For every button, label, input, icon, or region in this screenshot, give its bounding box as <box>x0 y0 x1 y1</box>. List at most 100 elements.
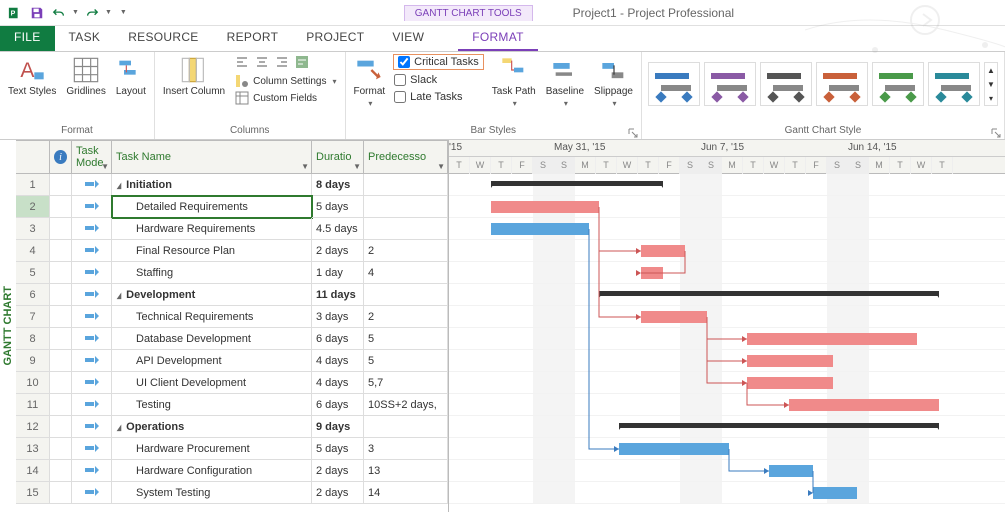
predecessor-cell[interactable] <box>364 174 448 196</box>
row-number[interactable]: 1 <box>16 174 50 196</box>
task-bar[interactable] <box>813 487 857 499</box>
predecessor-cell[interactable]: 14 <box>364 482 448 504</box>
task-name-cell[interactable]: Testing <box>112 394 312 416</box>
table-row[interactable]: 14 Hardware Configuration 2 days 13 <box>16 460 448 482</box>
align-center-button[interactable] <box>253 54 271 70</box>
row-number[interactable]: 12 <box>16 416 50 438</box>
duration-cell[interactable]: 4 days <box>312 372 364 394</box>
duration-cell[interactable]: 4 days <box>312 350 364 372</box>
gantt-style-launcher[interactable] <box>991 128 1003 138</box>
task-name-cell[interactable]: Detailed Requirements <box>112 196 312 218</box>
predecessor-cell[interactable]: 2 <box>364 306 448 328</box>
style-gallery-more[interactable]: ▲▼▾ <box>984 62 998 106</box>
qat-customize[interactable]: ▼ <box>120 9 127 16</box>
critical-tasks-checkbox[interactable]: Critical Tasks <box>393 54 484 70</box>
row-number[interactable]: 5 <box>16 262 50 284</box>
table-row[interactable]: 12 Operations 9 days <box>16 416 448 438</box>
predecessor-cell[interactable]: 13 <box>364 460 448 482</box>
duration-cell[interactable]: 1 day <box>312 262 364 284</box>
table-row[interactable]: 11 Testing 6 days 10SS+2 days, <box>16 394 448 416</box>
task-path-button[interactable]: Task Path <box>490 54 538 110</box>
column-settings-button[interactable]: Column Settings <box>233 73 338 89</box>
info-cell[interactable] <box>50 350 72 372</box>
info-cell[interactable] <box>50 306 72 328</box>
task-mode-cell[interactable] <box>72 482 112 504</box>
task-bar[interactable] <box>747 333 917 345</box>
style-thumb-5[interactable] <box>928 62 980 106</box>
tab-resource[interactable]: RESOURCE <box>114 26 212 51</box>
style-thumb-3[interactable] <box>816 62 868 106</box>
bar-format-button[interactable]: Format <box>352 54 388 110</box>
row-number[interactable]: 10 <box>16 372 50 394</box>
info-cell[interactable] <box>50 460 72 482</box>
table-row[interactable]: 4 Final Resource Plan 2 days 2 <box>16 240 448 262</box>
style-thumb-4[interactable] <box>872 62 924 106</box>
task-mode-cell[interactable] <box>72 394 112 416</box>
info-cell[interactable] <box>50 482 72 504</box>
wrap-text-button[interactable] <box>293 54 311 70</box>
align-right-button[interactable] <box>273 54 291 70</box>
tab-view[interactable]: VIEW <box>378 26 438 51</box>
info-cell[interactable] <box>50 218 72 240</box>
task-bar[interactable] <box>491 201 599 213</box>
gantt-row[interactable] <box>449 240 1005 262</box>
predecessor-cell[interactable] <box>364 416 448 438</box>
tab-report[interactable]: REPORT <box>213 26 293 51</box>
gantt-row[interactable] <box>449 306 1005 328</box>
tab-task[interactable]: TASK <box>55 26 115 51</box>
header-duration[interactable]: Duratio▼ <box>312 140 364 174</box>
gantt-chart[interactable]: '15May 31, '15Jun 7, '15Jun 14, '15 TWTF… <box>448 140 1005 512</box>
task-mode-cell[interactable] <box>72 306 112 328</box>
row-number[interactable]: 11 <box>16 394 50 416</box>
info-cell[interactable] <box>50 240 72 262</box>
task-name-cell[interactable]: Database Development <box>112 328 312 350</box>
duration-cell[interactable]: 3 days <box>312 306 364 328</box>
predecessor-cell[interactable]: 10SS+2 days, <box>364 394 448 416</box>
duration-cell[interactable]: 2 days <box>312 482 364 504</box>
layout-button[interactable]: Layout <box>114 54 148 99</box>
info-cell[interactable] <box>50 174 72 196</box>
undo-icon[interactable] <box>50 4 68 22</box>
task-mode-cell[interactable] <box>72 460 112 482</box>
info-cell[interactable] <box>50 372 72 394</box>
baseline-button[interactable]: Baseline <box>544 54 586 110</box>
row-number[interactable]: 15 <box>16 482 50 504</box>
task-mode-cell[interactable] <box>72 438 112 460</box>
gantt-row[interactable] <box>449 350 1005 372</box>
gridlines-button[interactable]: Gridlines <box>64 54 107 99</box>
header-predecessors[interactable]: Predecesso▼ <box>364 140 448 174</box>
duration-cell[interactable]: 5 days <box>312 438 364 460</box>
predecessor-cell[interactable] <box>364 196 448 218</box>
tab-project[interactable]: PROJECT <box>292 26 378 51</box>
predecessor-cell[interactable]: 3 <box>364 438 448 460</box>
table-row[interactable]: 1 Initiation 8 days <box>16 174 448 196</box>
task-name-cell[interactable]: Hardware Configuration <box>112 460 312 482</box>
align-left-button[interactable] <box>233 54 251 70</box>
task-name-cell[interactable]: API Development <box>112 350 312 372</box>
task-name-cell[interactable]: System Testing <box>112 482 312 504</box>
predecessor-cell[interactable]: 4 <box>364 262 448 284</box>
summary-bar[interactable] <box>491 181 663 186</box>
custom-fields-button[interactable]: Custom Fields <box>233 90 338 106</box>
task-mode-cell[interactable] <box>72 416 112 438</box>
task-name-cell[interactable]: Final Resource Plan <box>112 240 312 262</box>
app-icon[interactable]: P <box>6 4 24 22</box>
duration-cell[interactable]: 6 days <box>312 394 364 416</box>
task-mode-cell[interactable] <box>72 174 112 196</box>
task-name-cell[interactable]: Hardware Procurement <box>112 438 312 460</box>
info-cell[interactable] <box>50 438 72 460</box>
task-bar[interactable] <box>747 377 833 389</box>
late-tasks-checkbox[interactable]: Late Tasks <box>393 90 484 104</box>
info-cell[interactable] <box>50 328 72 350</box>
text-styles-button[interactable]: AText Styles <box>6 54 58 99</box>
task-mode-cell[interactable] <box>72 196 112 218</box>
header-name[interactable]: Task Name▼ <box>112 140 312 174</box>
duration-cell[interactable]: 9 days <box>312 416 364 438</box>
gantt-row[interactable] <box>449 328 1005 350</box>
insert-column-button[interactable]: Insert Column <box>161 54 227 99</box>
summary-bar[interactable] <box>619 423 939 428</box>
task-mode-cell[interactable] <box>72 284 112 306</box>
predecessor-cell[interactable] <box>364 218 448 240</box>
table-row[interactable]: 15 System Testing 2 days 14 <box>16 482 448 504</box>
task-bar[interactable] <box>747 355 833 367</box>
